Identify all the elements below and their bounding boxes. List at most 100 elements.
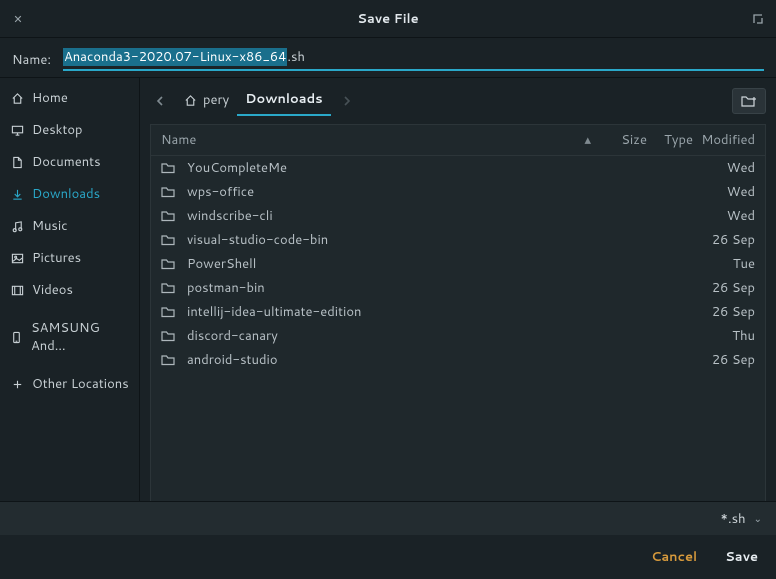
sidebar-item-label: Music [32,217,68,235]
file-list: Name ▴ Size Type Modified YouCompleteMe … [150,124,766,501]
desktop-icon [10,124,24,137]
save-button[interactable]: Save [725,548,758,566]
filename-input[interactable]: Anaconda3-2020.07-Linux-x86_64.sh [63,48,764,71]
table-row[interactable]: intellij-idea-ultimate-edition 26 Sep [151,300,765,324]
save-file-dialog: ✕ Save File Name: Anaconda3-2020.07-Linu… [0,0,776,579]
filter-label: *.sh [720,510,745,528]
file-name: intellij-idea-ultimate-edition [187,303,597,321]
folder-icon [161,234,179,246]
pictures-icon [10,252,24,265]
file-name: PowerShell [187,255,597,273]
file-name: wps-office [187,183,597,201]
file-modified: Tue [693,255,755,273]
folder-icon [161,186,179,198]
downloads-icon [10,188,24,201]
table-row[interactable]: wps-office Wed [151,180,765,204]
column-modified[interactable]: Modified [693,131,755,149]
sidebar-item-label: Videos [32,281,73,299]
column-type[interactable]: Type [647,131,693,149]
documents-icon [10,156,24,169]
sidebar-item-other-locations[interactable]: Other Locations [0,368,139,400]
file-modified: Wed [693,159,755,177]
sidebar-item-label: Desktop [32,121,83,139]
filename-selected-text: Anaconda3-2020.07-Linux-x86_64 [63,48,287,66]
sidebar-item-samsung-and-[interactable]: SAMSUNG And… [0,312,139,362]
action-bar: Cancel Save [0,535,776,579]
file-modified: 26 Sep [693,279,755,297]
home-icon [184,94,197,107]
sidebar-item-label: Other Locations [32,375,129,393]
breadcrumb-pery[interactable]: pery [176,87,237,115]
titlebar: ✕ Save File [0,0,776,38]
table-row[interactable]: android-studio 26 Sep [151,348,765,372]
file-name: visual-studio-code-bin [187,231,597,249]
file-list-body[interactable]: YouCompleteMe Wed wps-office Wed windscr… [151,156,765,501]
folder-icon [161,210,179,222]
file-list-header[interactable]: Name ▴ Size Type Modified [151,125,765,156]
sidebar-item-downloads[interactable]: Downloads [0,178,139,210]
new-folder-button[interactable] [732,88,766,114]
sidebar-item-label: Downloads [32,185,100,203]
maximize-icon[interactable] [748,9,768,29]
main-panel: pery Downloads Name ▴ Size Type Modified [140,78,776,501]
chevron-down-icon: ⌄ [754,512,762,526]
table-row[interactable]: windscribe-cli Wed [151,204,765,228]
table-row[interactable]: visual-studio-code-bin 26 Sep [151,228,765,252]
file-modified: Thu [693,327,755,345]
table-row[interactable]: discord-canary Thu [151,324,765,348]
music-icon [10,220,24,233]
home-icon [10,92,24,105]
column-name[interactable]: Name [161,131,584,149]
sidebar-item-documents[interactable]: Documents [0,146,139,178]
file-modified: 26 Sep [693,303,755,321]
table-row[interactable]: YouCompleteMe Wed [151,156,765,180]
dialog-body: Home Desktop Documents Downloads Music Pictur… [0,77,776,501]
filename-extension: .sh [287,48,305,66]
plus-icon [10,378,24,391]
column-size[interactable]: Size [597,131,647,149]
file-name: postman-bin [187,279,597,297]
table-row[interactable]: PowerShell Tue [151,252,765,276]
folder-icon [161,162,179,174]
videos-icon [10,284,24,297]
breadcrumb-downloads[interactable]: Downloads [237,86,330,116]
device-icon [10,331,23,344]
folder-icon [161,258,179,270]
places-sidebar: Home Desktop Documents Downloads Music Pictur… [0,78,140,501]
sidebar-item-music[interactable]: Music [0,210,139,242]
file-name: YouCompleteMe [187,159,597,177]
folder-icon [161,306,179,318]
breadcrumb-label: pery [203,91,229,109]
file-name: android-studio [187,351,597,369]
folder-icon [161,354,179,366]
file-modified: 26 Sep [693,351,755,369]
filename-row: Name: Anaconda3-2020.07-Linux-x86_64.sh [0,38,776,77]
path-back-button[interactable] [150,89,170,113]
filter-bar: *.sh ⌄ [0,501,776,535]
sidebar-item-label: Documents [32,153,101,171]
file-modified: 26 Sep [693,231,755,249]
sidebar-item-label: Home [32,89,68,107]
close-icon[interactable]: ✕ [8,9,28,29]
folder-icon [161,330,179,342]
file-type-filter[interactable]: *.sh ⌄ [720,510,762,528]
sidebar-item-videos[interactable]: Videos [0,274,139,306]
file-modified: Wed [693,183,755,201]
sidebar-item-desktop[interactable]: Desktop [0,114,139,146]
file-modified: Wed [693,207,755,225]
sidebar-item-label: SAMSUNG And… [31,319,129,355]
file-name: discord-canary [187,327,597,345]
path-bar: pery Downloads [140,78,776,116]
cancel-button[interactable]: Cancel [651,548,697,566]
path-forward-button[interactable] [337,89,357,113]
sidebar-item-home[interactable]: Home [0,82,139,114]
sidebar-item-label: Pictures [32,249,81,267]
folder-icon [161,282,179,294]
file-name: windscribe-cli [187,207,597,225]
breadcrumb-label: Downloads [245,90,322,108]
window-title: Save File [0,10,776,28]
filename-label: Name: [12,51,51,69]
table-row[interactable]: postman-bin 26 Sep [151,276,765,300]
sidebar-item-pictures[interactable]: Pictures [0,242,139,274]
sort-indicator-icon: ▴ [584,131,591,149]
